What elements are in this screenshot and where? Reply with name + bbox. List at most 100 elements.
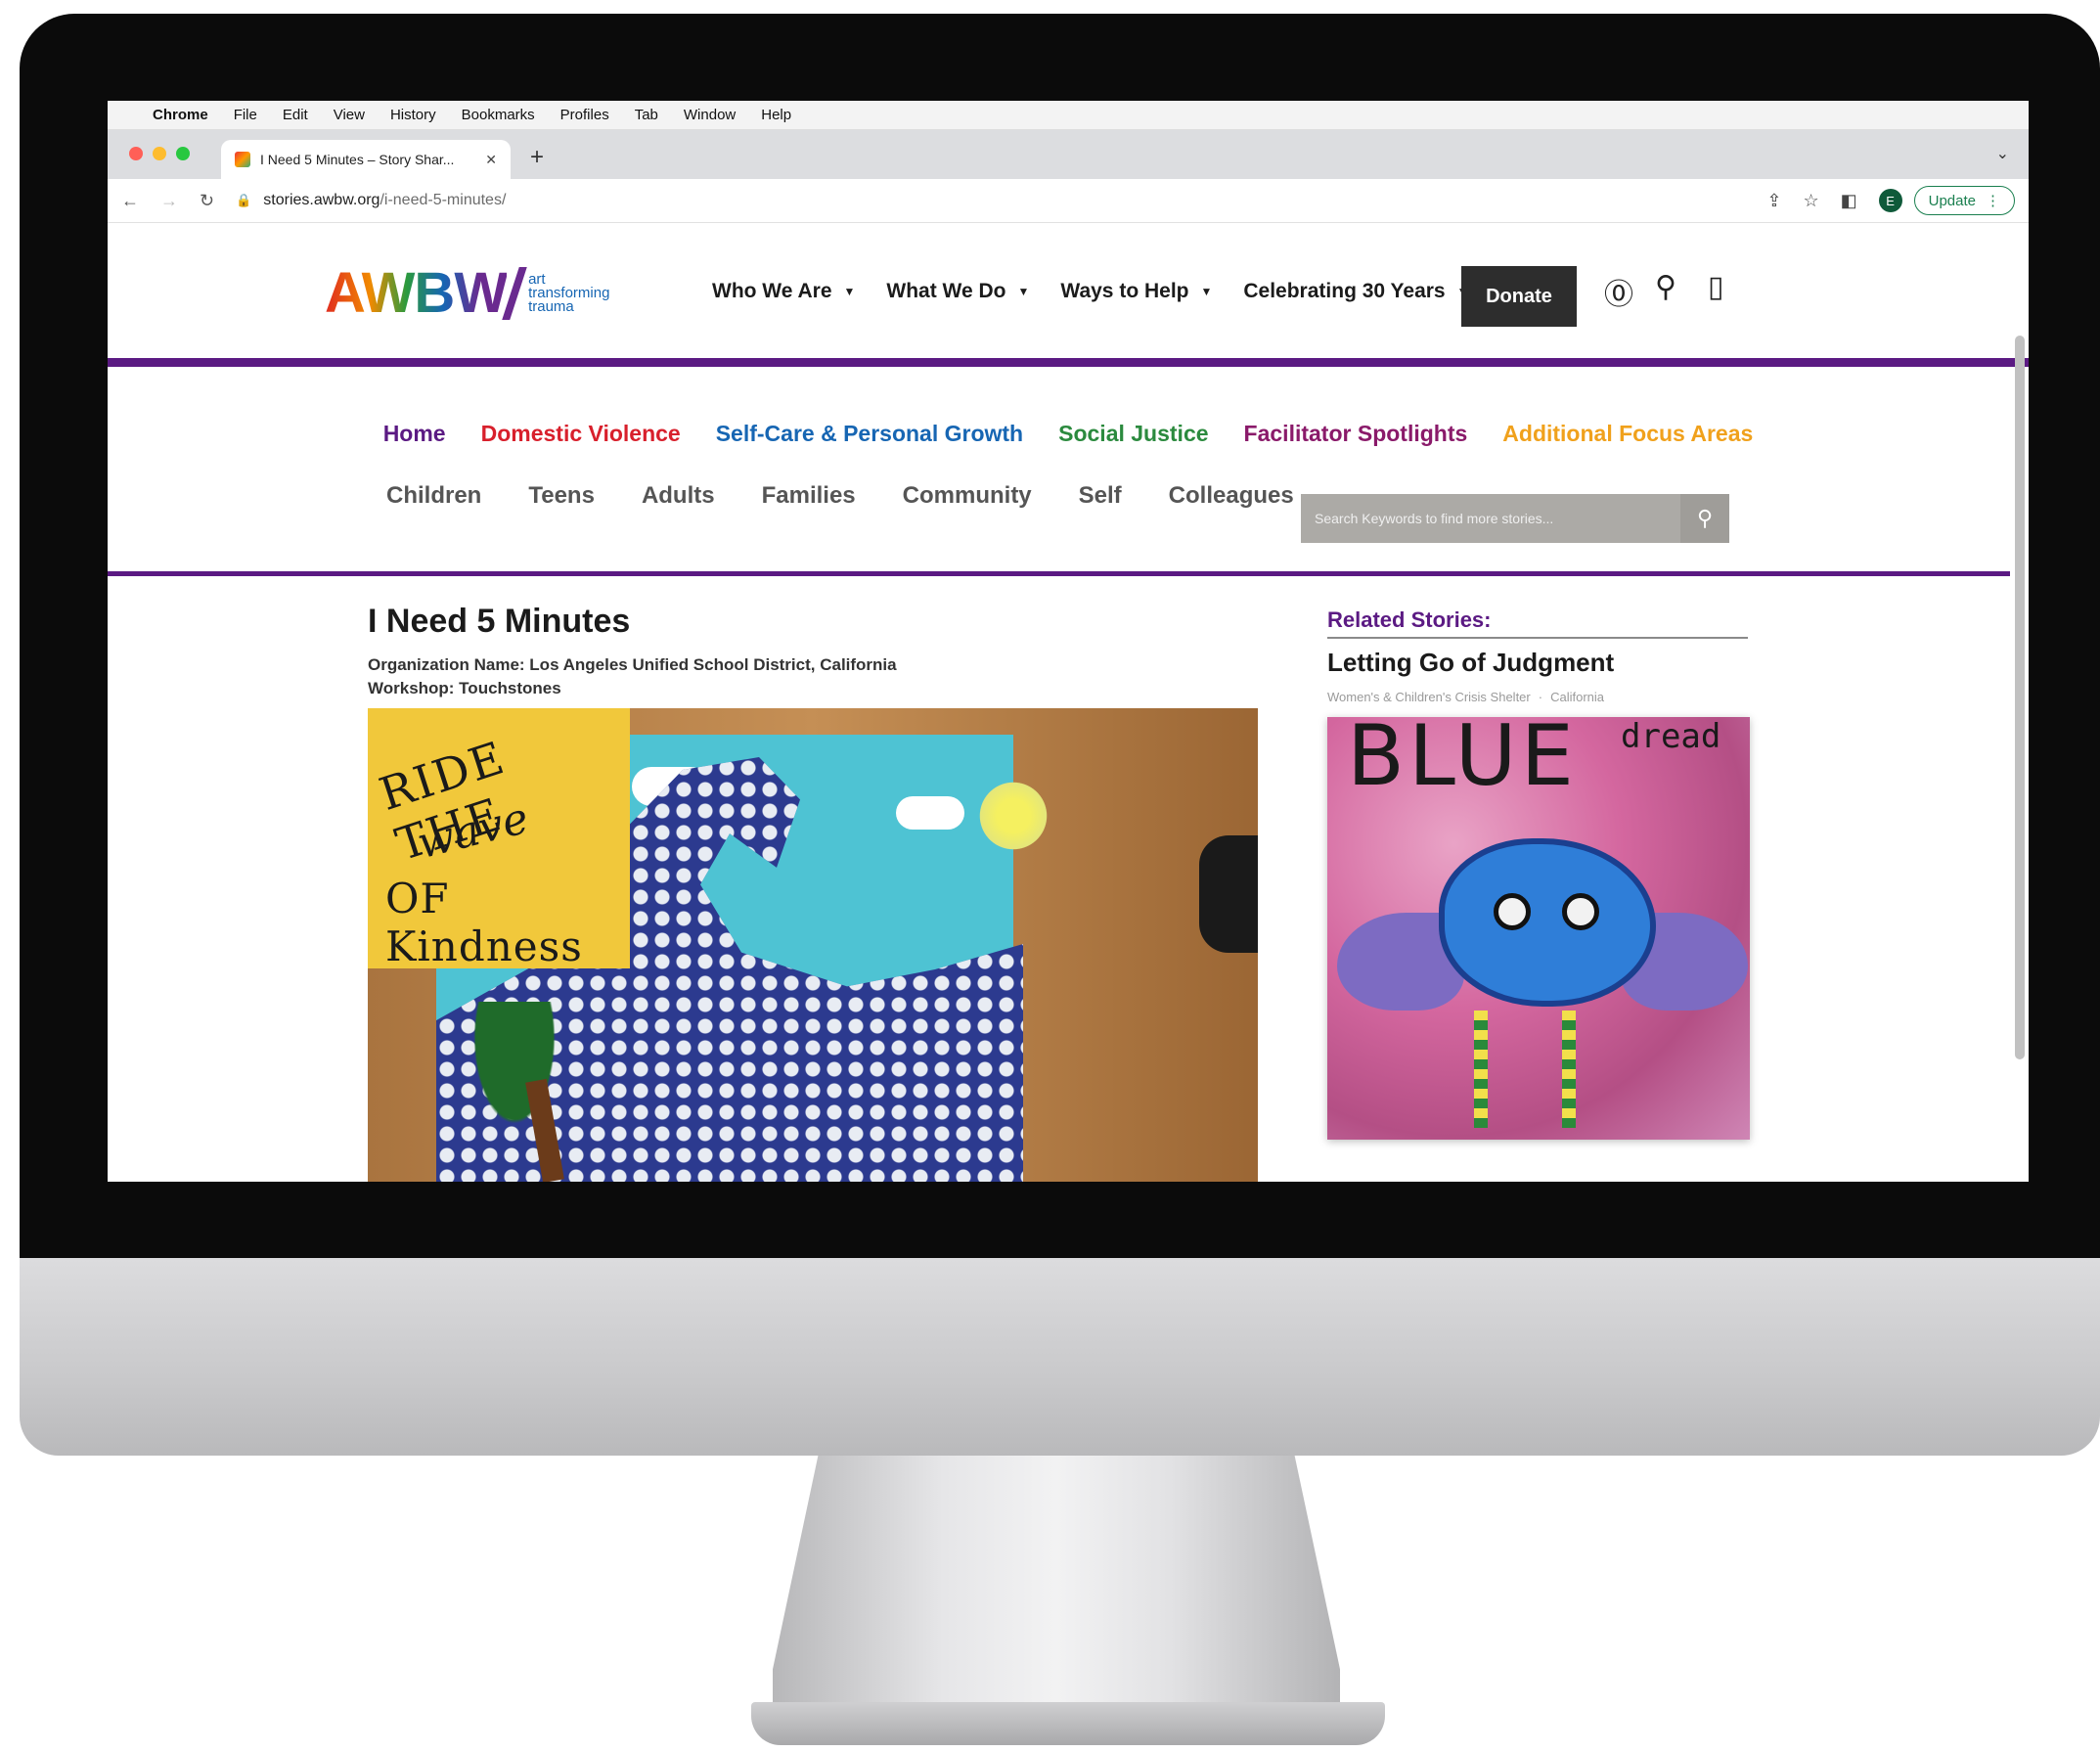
audience-families[interactable]: Families: [762, 482, 856, 510]
category-nav: Home Domestic Violence Self-Care & Perso…: [108, 421, 2029, 447]
side-panel-icon[interactable]: ◧: [1841, 191, 1857, 211]
reload-icon[interactable]: ↻: [200, 191, 214, 211]
update-button[interactable]: Update ⋮: [1913, 186, 2015, 215]
category-home[interactable]: Home: [383, 421, 446, 447]
audience-adults[interactable]: Adults: [642, 482, 715, 510]
chevron-down-icon: ▼: [1200, 285, 1213, 298]
audience-community[interactable]: Community: [903, 482, 1032, 510]
exit-icon[interactable]: ▯: [1708, 270, 1724, 304]
nav-ways-to-help[interactable]: Ways to Help ▼: [1060, 280, 1212, 303]
menu-history[interactable]: History: [390, 107, 436, 123]
audience-teens[interactable]: Teens: [528, 482, 595, 510]
palm-tree: [446, 1002, 583, 1182]
related-story-title[interactable]: Letting Go of Judgment: [1327, 648, 1614, 678]
window-controls: [129, 147, 190, 160]
nav-label: Who We Are: [712, 280, 832, 302]
organization-name: Organization Name: Los Angeles Unified S…: [368, 655, 897, 674]
eye-shape: [1562, 893, 1599, 930]
mac-menubar: Chrome File Edit View History Bookmarks …: [108, 101, 2029, 130]
story-meta: Organization Name: Los Angeles Unified S…: [368, 653, 897, 700]
url-path: /i-need-5-minutes/: [380, 192, 507, 208]
tab-strip: I Need 5 Minutes – Story Shar... ✕ + ⌄: [108, 130, 2029, 179]
forward-icon[interactable]: →: [160, 191, 178, 211]
logo-wordmark: AWBW: [325, 261, 508, 325]
logo-tagline: art transforming trauma: [528, 272, 609, 315]
imac-mockup: Chrome File Edit View History Bookmarks …: [0, 0, 2100, 1752]
donate-button[interactable]: Donate: [1461, 266, 1577, 327]
more-menu-icon[interactable]: ⋮: [1986, 192, 2000, 209]
chevron-down-icon: ▼: [1017, 285, 1030, 298]
profile-avatar[interactable]: E: [1878, 189, 1902, 212]
search-icon[interactable]: ⚲: [1680, 494, 1729, 543]
category-social-justice[interactable]: Social Justice: [1058, 421, 1208, 447]
lock-icon[interactable]: 🔒: [236, 193, 251, 208]
audience-children[interactable]: Children: [386, 482, 481, 510]
audience-self[interactable]: Self: [1079, 482, 1122, 510]
leg-shape: [1562, 1011, 1576, 1128]
story-artwork-image: RIDE THE wave OF Kindness: [368, 708, 1258, 1182]
close-window-button[interactable]: [129, 147, 143, 160]
bookmark-star-icon[interactable]: ☆: [1803, 191, 1818, 211]
awbw-logo[interactable]: AWBW art transforming trauma: [325, 260, 609, 326]
story-search: ⚲: [1301, 494, 1729, 543]
audience-nav: Children Teens Adults Families Community…: [386, 482, 1294, 510]
cloud-shape: [896, 796, 964, 830]
eye-shape: [1494, 893, 1531, 930]
category-domestic-violence[interactable]: Domestic Violence: [481, 421, 681, 447]
tab-title: I Need 5 Minutes – Story Shar...: [260, 152, 455, 167]
browser-tab-active[interactable]: I Need 5 Minutes – Story Shar... ✕: [221, 140, 511, 179]
close-tab-icon[interactable]: ✕: [485, 152, 497, 168]
minimize-window-button[interactable]: [153, 147, 166, 160]
nav-celebrating-30-years[interactable]: Celebrating 30 Years▼: [1243, 280, 1468, 303]
workshop-name: Workshop: Touchstones: [368, 679, 561, 697]
art-word: BLUE: [1347, 717, 1578, 805]
related-story-meta: Women's & Children's Crisis Shelter · Cali…: [1327, 690, 1604, 704]
menu-edit[interactable]: Edit: [283, 107, 308, 123]
menu-help[interactable]: Help: [761, 107, 791, 123]
sun-shape: [974, 777, 1052, 855]
menu-file[interactable]: File: [234, 107, 257, 123]
nav-label: Celebrating 30 Years: [1243, 280, 1446, 302]
mug-shape: [1199, 835, 1258, 953]
menu-bookmarks[interactable]: Bookmarks: [462, 107, 535, 123]
zoom-window-button[interactable]: [176, 147, 190, 160]
story-title: I Need 5 Minutes: [368, 603, 631, 640]
monitor-stand: [773, 1456, 1340, 1730]
address-bar[interactable]: 🔒 stories.awbw.org/i-need-5-minutes/: [236, 185, 1745, 216]
chevron-down-icon: ▼: [843, 285, 856, 298]
nav-label: Ways to Help: [1060, 280, 1189, 302]
category-additional-focus-areas[interactable]: Additional Focus Areas: [1502, 421, 1753, 447]
page-scrollbar[interactable]: [2015, 336, 2025, 1059]
tab-search-chevron-icon[interactable]: ⌄: [1996, 144, 2009, 163]
related-story-image[interactable]: BLUE dread: [1327, 717, 1750, 1140]
related-org[interactable]: Women's & Children's Crisis Shelter: [1327, 690, 1531, 704]
nav-label: What We Do: [886, 280, 1006, 302]
accessibility-icon[interactable]: ⓪: [1604, 270, 1633, 313]
screen: Chrome File Edit View History Bookmarks …: [108, 101, 2029, 1182]
leg-shape: [1474, 1011, 1488, 1128]
monitor-chin: [20, 1258, 2100, 1456]
url-host: stories.awbw.org: [263, 192, 380, 208]
menu-window[interactable]: Window: [684, 107, 736, 123]
search-icon[interactable]: ⚲: [1655, 270, 1676, 304]
related-location[interactable]: California: [1550, 690, 1604, 704]
menu-tab[interactable]: Tab: [635, 107, 658, 123]
category-facilitator-spotlights[interactable]: Facilitator Spotlights: [1244, 421, 1468, 447]
menu-profiles[interactable]: Profiles: [560, 107, 609, 123]
browser-toolbar: ← → ↻ 🔒 stories.awbw.org/i-need-5-minute…: [108, 179, 2029, 223]
note-text: OF Kindness: [385, 875, 583, 970]
main-nav: Who We Are ▼ What We Do ▼ Ways to Help ▼ Ce…: [712, 280, 1469, 303]
new-tab-icon[interactable]: +: [530, 144, 544, 171]
menu-chrome[interactable]: Chrome: [153, 107, 208, 123]
art-word: dread: [1621, 717, 1721, 756]
share-icon[interactable]: ⇪: [1766, 191, 1781, 211]
story-search-input[interactable]: [1301, 494, 1680, 543]
audience-colleagues[interactable]: Colleagues: [1169, 482, 1294, 510]
menu-view[interactable]: View: [334, 107, 365, 123]
nav-who-we-are[interactable]: Who We Are ▼: [712, 280, 855, 303]
category-self-care[interactable]: Self-Care & Personal Growth: [716, 421, 1023, 447]
site-header: AWBW art transforming trauma Who We Are ▼…: [108, 223, 2029, 367]
back-icon[interactable]: ←: [121, 191, 139, 211]
logo-tagline-3: trauma: [528, 297, 574, 315]
nav-what-we-do[interactable]: What We Do ▼: [886, 280, 1029, 303]
